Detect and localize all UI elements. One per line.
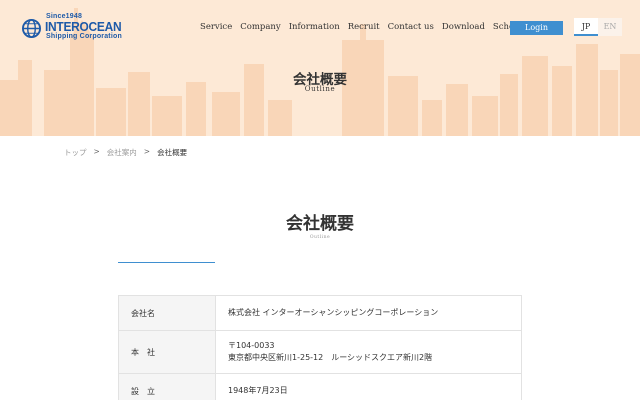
hero-subtitle: Outline (304, 85, 336, 93)
table-row: 会社名 株式会社 インターオーシャンシッピングコーポレーション (118, 295, 522, 331)
breadcrumb-company-link[interactable]: 会社案内 (107, 147, 137, 158)
main-nav: Service Company Information Recruit Cont… (200, 22, 541, 32)
table-row: 本 社 〒104-0033 東京都中央区新川1-25-12 ルーシッドスクエア新… (118, 330, 522, 374)
postal-code-text: 〒104-0033 (228, 341, 275, 350)
nav-contact-us[interactable]: Contact us (388, 22, 434, 32)
breadcrumb-top-link[interactable]: トップ (64, 147, 87, 158)
lang-en-button[interactable]: EN (598, 18, 622, 36)
breadcrumb-current: 会社概要 (157, 148, 188, 157)
lang-jp-button[interactable]: JP (574, 18, 598, 36)
company-info-table: 会社名 株式会社 インターオーシャンシッピングコーポレーション 本 社 〒104… (118, 295, 522, 400)
row-label-headquarters: 本 社 (118, 330, 216, 374)
nav-recruit[interactable]: Recruit (348, 22, 380, 32)
globe-icon (22, 19, 41, 38)
breadcrumb-separator: > (93, 147, 100, 156)
logo-name-text: INTEROCEAN (45, 19, 122, 34)
row-value-established: 1948年7月23日 (215, 373, 522, 400)
nav-service[interactable]: Service (200, 22, 232, 32)
established-date-text: 1948年7月23日 (228, 386, 288, 395)
page-header: Since1948 INTEROCEAN Shipping Corporatio… (0, 0, 640, 136)
row-value-company-name: 株式会社 インターオーシャンシッピングコーポレーション (215, 295, 522, 331)
company-logo[interactable]: Since1948 INTEROCEAN Shipping Corporatio… (22, 13, 122, 44)
section-subtitle: Outline (309, 235, 331, 240)
table-row: 設 立 1948年7月23日 (118, 373, 522, 400)
nav-information[interactable]: Information (289, 22, 340, 32)
section-divider (118, 262, 215, 263)
company-name-text: 株式会社 インターオーシャンシッピングコーポレーション (228, 308, 439, 317)
logo-sub-text: Shipping Corporation (46, 33, 122, 40)
row-label-established: 設 立 (118, 373, 216, 400)
login-button[interactable]: Login (510, 21, 563, 35)
row-label-company-name: 会社名 (118, 295, 216, 331)
nav-company[interactable]: Company (240, 22, 280, 32)
breadcrumb: トップ > 会社案内 > 会社概要 (64, 147, 187, 158)
row-value-headquarters: 〒104-0033 東京都中央区新川1-25-12 ルーシッドスクエア新川2階 (215, 330, 522, 374)
address-text: 東京都中央区新川1-25-12 ルーシッドスクエア新川2階 (228, 353, 433, 362)
section-title: 会社概要 (286, 214, 354, 234)
breadcrumb-separator: > (143, 147, 151, 156)
nav-download[interactable]: Download (442, 22, 485, 32)
